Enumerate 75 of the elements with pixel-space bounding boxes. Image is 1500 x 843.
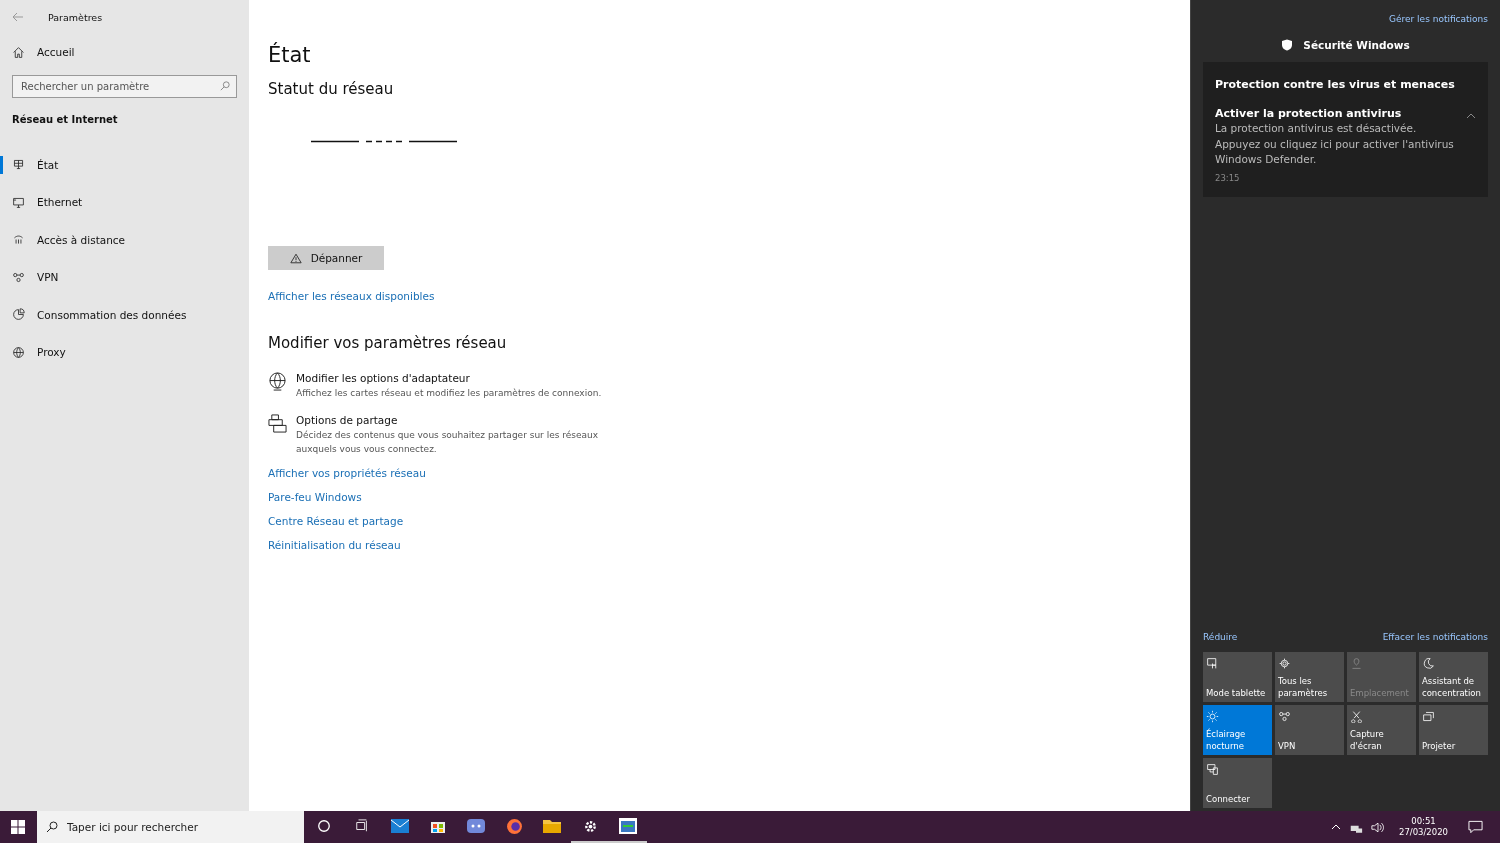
mail-icon [391,819,409,833]
notification-body: La protection antivirus est désactivée. Appuyez ou cliquez ici pour activer l'antivirus Windows Defender. [1215,121,1455,167]
home-link[interactable]: Accueil [0,38,249,66]
notification-card[interactable]: Protection contre les virus et menaces Activer la protection antivirus La protection antivirus est désactivée. Appuyez ou cliquez ici pour activer l'antivirus Windows Defender. 23:15 [1203,62,1488,197]
quick-action-tile[interactable]: Assistant de concentration [1419,652,1488,702]
option-description: Affichez les cartes réseau et modifiez les paramètres de connexion. [296,387,603,400]
settings-link[interactable]: Afficher vos propriétés réseau [268,467,426,479]
settings-link[interactable]: Pare-feu Windows [268,491,362,503]
quick-action-tile[interactable]: Tous les paramètres [1275,652,1344,702]
chevron-up-icon[interactable] [1331,824,1341,830]
vpn-icon [1278,710,1291,723]
sidebar-item[interactable]: VPN [0,258,249,296]
notification-heading: Protection contre les virus et menaces [1215,78,1456,91]
sidebar-item[interactable]: Consommation des données [0,296,249,334]
sidebar-item[interactable]: Proxy [0,333,249,371]
search-icon [46,821,58,833]
tablet-icon [1206,657,1219,670]
sun-icon [1206,710,1219,723]
window-title: Paramètres [48,11,103,23]
vpn-icon [12,270,25,284]
gear-icon [582,818,598,834]
start-windows-icon[interactable] [11,820,25,834]
settings-link[interactable]: Centre Réseau et partage [268,515,404,527]
pie-chart-icon [12,308,25,322]
moon-icon [1422,657,1435,670]
clear-notifications-link[interactable]: Effacer les notifications [1382,632,1488,642]
quick-action-tile[interactable]: Capture d'écran [1347,705,1416,755]
home-icon [12,45,25,59]
monitor-icon [12,195,25,209]
speaker-icon[interactable] [1371,821,1385,833]
option-title[interactable]: Options de partage [296,414,606,426]
scissors-icon [1350,710,1363,723]
folder-icon [543,819,561,833]
task-view-icon [355,819,369,833]
sidebar-item[interactable]: Accès à distance [0,221,249,259]
quick-action-tile[interactable]: Éclairage nocturne [1203,705,1272,755]
app-name: Sécurité Windows [1303,39,1410,51]
option-description: Décidez des contenus que vous souhaitez partager sur les réseaux auxquels vous vous connectez. [296,429,600,456]
devices-icon [1206,763,1219,776]
section-heading: Réseau et Internet [12,114,119,125]
section-heading: Statut du réseau [268,80,394,98]
quick-action-tile[interactable]: Connecter [1203,758,1272,808]
quick-action-tile[interactable]: Mode tablette [1203,652,1272,702]
location-icon [1350,657,1363,670]
manage-notifications-link[interactable]: Gérer les notifications [1389,14,1488,24]
globe-monitor-icon [268,372,287,391]
search-field[interactable]: Rechercher un paramètre [12,75,237,98]
shield-icon [1281,39,1294,51]
sidebar-item[interactable]: État [0,146,249,184]
cortana-circle-icon [317,819,331,833]
quick-action-tile[interactable]: VPN [1275,705,1344,755]
section-heading: Modifier vos paramètres réseau [268,334,507,352]
globe-monitor-icon [12,158,25,172]
quick-action-tile[interactable]: Projeter [1419,705,1488,755]
collapse-link[interactable]: Réduire [1203,632,1238,642]
app-window-icon [619,818,637,834]
page-title: État [268,43,311,67]
collapse-chevron-icon[interactable] [1466,113,1476,119]
troubleshoot-button[interactable]: Dépanner [268,246,384,270]
globe-icon [12,345,25,359]
taskbar-search-field[interactable]: Taper ici pour rechercher [37,811,304,843]
chat-app-icon [467,819,485,833]
notification-time: 23:15 [1215,172,1241,183]
notification-title: Activer la protection antivirus [1215,107,1403,120]
notification-center-icon[interactable] [1468,820,1483,834]
screens-icon [1422,710,1435,723]
warning-icon [289,252,302,264]
folders-icon [268,414,287,433]
clock[interactable]: 00:51 27/03/2020 [1399,816,1448,838]
option-title[interactable]: Modifier les options d'adaptateur [296,372,606,384]
available-networks-link[interactable]: Afficher les réseaux disponibles [268,290,435,302]
gear-icon [1278,657,1291,670]
sidebar-item[interactable]: Ethernet [0,183,249,221]
search-icon [220,81,230,91]
settings-link[interactable]: Réinitialisation du réseau [268,539,401,551]
